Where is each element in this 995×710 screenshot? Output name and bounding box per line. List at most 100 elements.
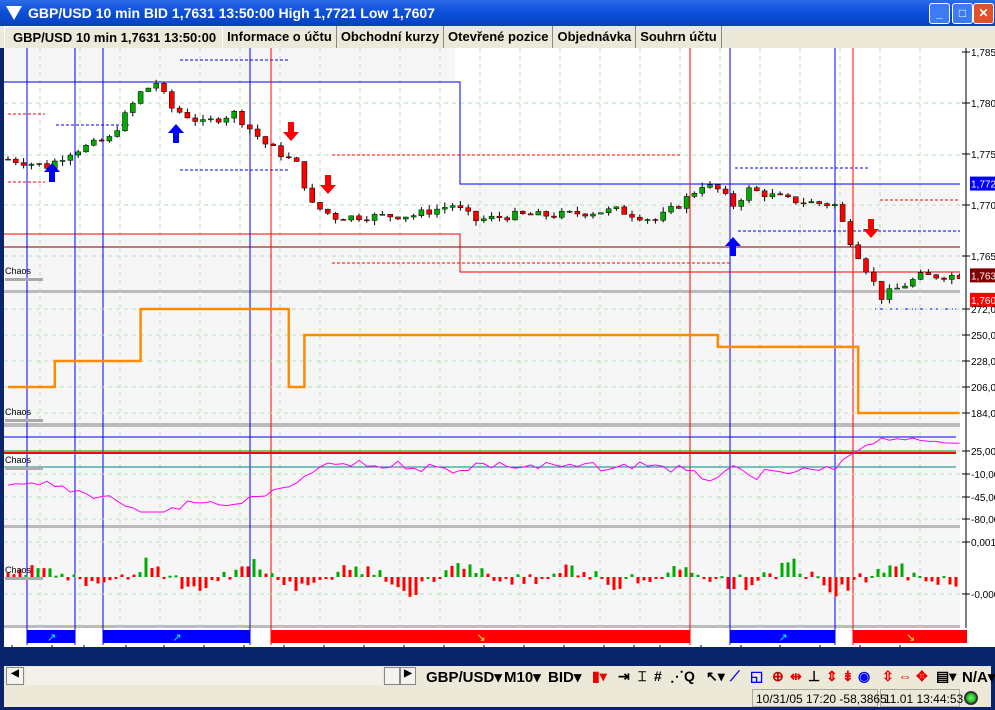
expand-v-icon[interactable]: ⇕ [826,668,838,685]
trendline-icon[interactable]: ⟋ [730,668,740,685]
indicator-tick-label: -80,000 [971,515,995,526]
candle-bearish [192,117,198,122]
histogram-bar [552,573,556,577]
candle-bearish [364,219,370,222]
tab-chart[interactable]: GBP/USD 10 min 1,7631 13:50:00 [4,26,224,48]
histogram-bar [360,574,364,577]
candle-bearish [863,258,869,273]
histogram-bar [306,577,310,586]
shift-end-icon[interactable]: ⇥ [618,668,630,685]
candle-bearish [543,211,549,217]
histogram-bar [702,577,706,580]
fit-h-icon[interactable]: ⇔ [898,668,912,684]
histogram-bar [774,577,778,580]
app-logo-icon [6,6,22,20]
histogram-bar [918,575,922,578]
candle-bullish [208,118,214,121]
candle-bullish [153,83,159,89]
cursor-readout: 10/31/05 17:20 -58,3865 [752,689,887,707]
grid-icon[interactable]: # [654,668,662,684]
histogram-bar [558,573,562,577]
compress-v-icon[interactable]: ⇟ [842,668,854,685]
candle-bullish [559,210,565,218]
tab-trading-rates[interactable]: Obchodní kurzy [337,26,445,48]
panel-label-underline [5,577,43,580]
candle-bearish [239,111,245,126]
histogram-bar [48,568,52,577]
symbol-dropdown[interactable]: GBP/USD▾ [426,668,502,686]
period-separator-icon[interactable]: ⋰ [670,668,684,685]
tab-account-info[interactable]: Informace o účtu [223,26,337,48]
scroll-right-button[interactable]: ▶ [400,667,416,685]
panel-label: Chaos [5,266,32,276]
candle-bullish [512,210,518,221]
candle-bearish [247,124,253,130]
histogram-bar [888,565,892,577]
histogram-bar [324,577,328,579]
period-dropdown[interactable]: M10▾ [504,668,541,686]
price-label: 1,7721 [971,180,995,191]
close-button[interactable]: ✕ [973,3,994,24]
na-dropdown[interactable]: N/A▾ [962,668,995,686]
histogram-bar [846,577,850,591]
price-tick-label: 1,7700 [971,201,995,212]
histogram-bar [402,577,406,591]
chart-type-icon[interactable]: ▮▾ [592,668,607,685]
histogram-bar [192,577,196,587]
template-icon[interactable]: ▤▾ [936,668,956,685]
histogram-bar [828,577,832,593]
panel-divider [4,290,995,293]
panel-background [4,293,960,423]
histogram-bar [216,577,220,582]
server-time: 11.01 13:44:53 [880,689,963,707]
histogram-bar [672,566,676,577]
tab-open-positions[interactable]: Otevřené pozice [444,26,554,48]
tab-account-summary[interactable]: Souhrn účtu [636,26,722,48]
scroll-thumb[interactable] [384,667,400,685]
histogram-bar [144,557,148,577]
histogram-bar [900,563,904,577]
fit-all-icon[interactable]: ✥ [916,668,928,685]
histogram-bar [528,574,532,577]
candle-bullish [598,212,604,215]
horizontal-scrollbar[interactable] [26,667,382,685]
histogram-bar [294,577,298,591]
histogram-bar [834,577,838,597]
histogram-bar [726,577,730,589]
price-type-dropdown[interactable]: BID▾ [548,668,581,686]
minimize-button[interactable]: _ [929,3,950,24]
chart-area[interactable]: 1,7850 1,7800 1,7750 1,7700 1,7650 1,7721 1,76… [2,44,995,666]
cursor-cross-icon[interactable]: ⌶ [638,668,646,685]
maximize-button[interactable]: □ [952,3,973,24]
histogram-bar [228,577,232,580]
histogram-bar [450,565,454,577]
histogram-bar [516,574,520,577]
price-axis [960,48,995,647]
candle-bullish [434,208,440,215]
candle-bullish [75,151,81,156]
panel-label-underline [5,419,43,422]
histogram-bar [390,577,394,585]
histogram-bar [636,577,640,584]
scroll-left-button[interactable]: ◀ [6,667,24,685]
price-chart[interactable]: 1,7850 1,7800 1,7750 1,7700 1,7650 1,7721 1,76… [2,44,995,666]
pointer-icon[interactable]: ↖▾ [706,668,725,685]
trend-arrow-icon: ↗ [173,632,182,644]
histogram-bar [270,573,274,577]
expand-h-icon[interactable]: ⊥ [808,668,820,685]
candle-bearish [824,203,830,206]
histogram-bar [408,577,412,597]
tab-order[interactable]: Objednávka [553,26,637,48]
candle-bullish [590,213,596,217]
candle-bearish [293,157,300,162]
histogram-bar [24,574,28,577]
candle-bullish [371,214,378,221]
fit-v-icon[interactable]: ⇳ [882,668,894,685]
candle-bearish [761,190,768,197]
rectangle-icon[interactable]: ◱ [750,668,763,685]
zoom-icon[interactable]: ⊕ [772,668,784,685]
symbol-value: GBP/USD [426,669,495,686]
compress-h-icon[interactable]: ⇹ [790,668,802,685]
quote-icon[interactable]: Q [684,668,695,684]
refresh-icon[interactable]: ◉ [858,668,870,685]
